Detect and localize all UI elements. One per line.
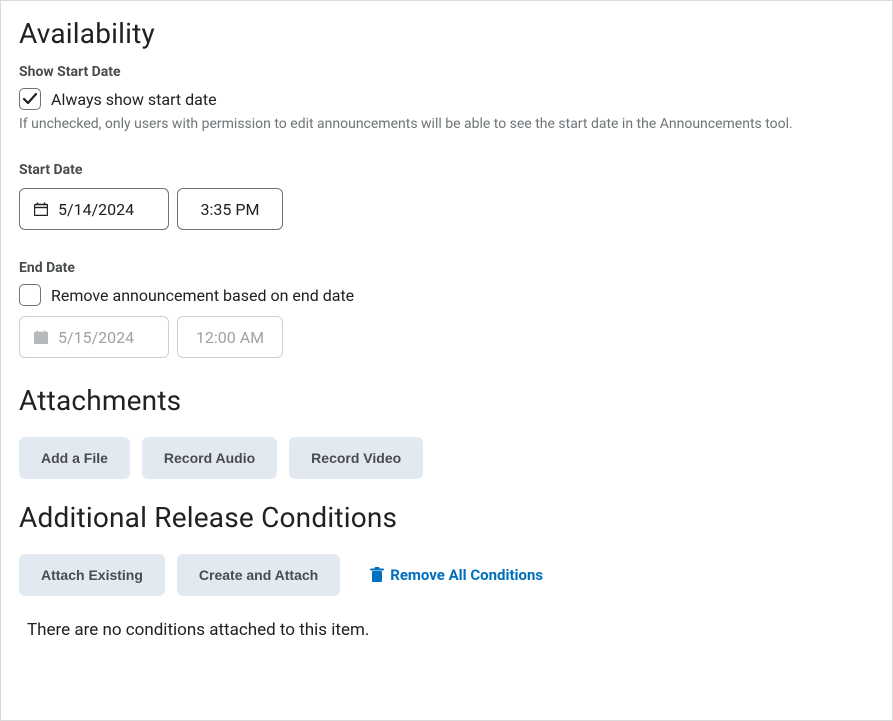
start-date-row: 5/14/2024 3:35 PM xyxy=(19,188,874,230)
check-icon xyxy=(23,93,37,105)
release-conditions-buttons: Attach Existing Create and Attach Remove… xyxy=(19,554,874,596)
remove-based-on-end-date-label: Remove announcement based on end date xyxy=(51,286,354,305)
create-and-attach-button[interactable]: Create and Attach xyxy=(177,554,340,596)
remove-based-on-end-date-checkbox[interactable] xyxy=(19,284,41,306)
end-date-row: 5/15/2024 12:00 AM xyxy=(19,316,874,358)
start-time-value: 3:35 PM xyxy=(201,200,260,219)
remove-based-on-end-date-row: Remove announcement based on end date xyxy=(19,284,874,306)
availability-heading: Availability xyxy=(19,17,874,50)
release-conditions-heading: Additional Release Conditions xyxy=(19,501,874,534)
end-date-label: End Date xyxy=(19,260,874,276)
start-date-label: Start Date xyxy=(19,162,874,178)
start-date-value: 5/14/2024 xyxy=(58,200,134,219)
always-show-hint: If unchecked, only users with permission… xyxy=(19,116,874,132)
calendar-icon xyxy=(34,330,48,344)
attachments-heading: Attachments xyxy=(19,384,874,417)
record-audio-button[interactable]: Record Audio xyxy=(142,437,277,479)
start-time-input[interactable]: 3:35 PM xyxy=(177,188,283,230)
trash-icon xyxy=(370,567,384,583)
remove-all-conditions-label: Remove All Conditions xyxy=(390,566,543,584)
end-time-input: 12:00 AM xyxy=(177,316,283,358)
calendar-icon xyxy=(34,202,48,216)
show-start-date-label: Show Start Date xyxy=(19,64,874,80)
record-video-button[interactable]: Record Video xyxy=(289,437,423,479)
always-show-start-date-checkbox[interactable] xyxy=(19,88,41,110)
attach-existing-button[interactable]: Attach Existing xyxy=(19,554,165,596)
start-date-input[interactable]: 5/14/2024 xyxy=(19,188,169,230)
end-time-value: 12:00 AM xyxy=(196,328,264,347)
add-file-button[interactable]: Add a File xyxy=(19,437,130,479)
always-show-start-date-label: Always show start date xyxy=(51,90,217,109)
always-show-start-date-row: Always show start date xyxy=(19,88,874,110)
attachments-buttons: Add a File Record Audio Record Video xyxy=(19,437,874,479)
end-date-value: 5/15/2024 xyxy=(58,328,134,347)
remove-all-conditions-link[interactable]: Remove All Conditions xyxy=(370,566,543,584)
no-conditions-text: There are no conditions attached to this… xyxy=(27,620,874,640)
settings-panel: Availability Show Start Date Always show… xyxy=(0,0,893,721)
end-date-input: 5/15/2024 xyxy=(19,316,169,358)
